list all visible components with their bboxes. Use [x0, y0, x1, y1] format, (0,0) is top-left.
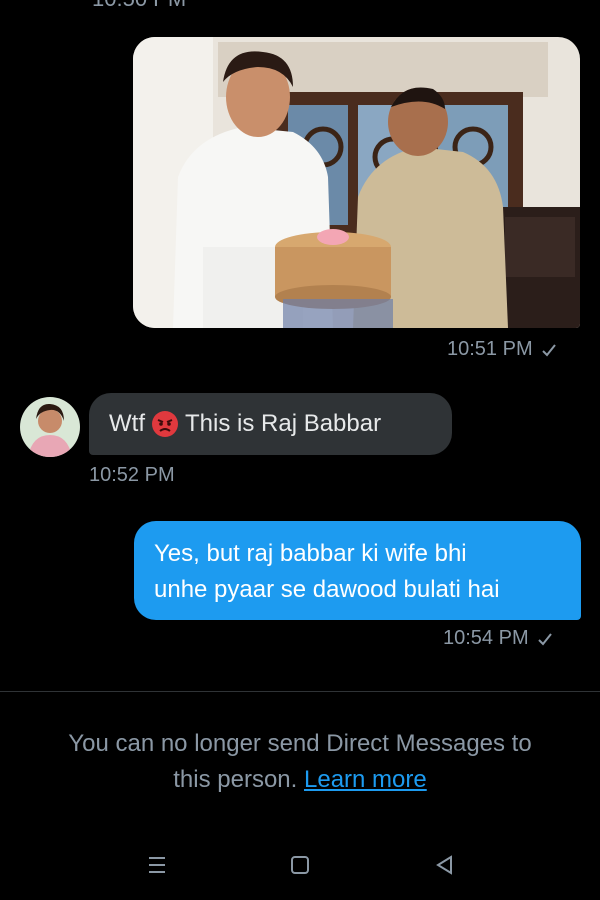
navigation-bar: [0, 840, 600, 890]
timestamp-1: 10:51 PM: [447, 338, 557, 361]
read-check-icon: [541, 343, 556, 356]
angry-face-icon: [152, 411, 178, 437]
message-bubble-incoming[interactable]: Wtf This is Raj Babbar: [89, 393, 452, 455]
recents-icon[interactable]: [144, 852, 170, 878]
timestamp-3: 10:54 PM: [443, 627, 553, 650]
message-bubble-outgoing[interactable]: Yes, but raj babbar ki wife bhi unhe pya…: [134, 521, 581, 620]
dm-disabled-notice: You can no longer send Direct Messages t…: [0, 726, 600, 798]
timestamp-2: 10:52 PM: [89, 464, 175, 486]
previous-timestamp: 10:50 PM: [92, 0, 186, 12]
avatar[interactable]: [20, 397, 80, 457]
message-line-2: unhe pyaar se dawood bulati hai: [154, 576, 500, 603]
photo-illustration: [133, 37, 580, 328]
shared-photo[interactable]: [133, 37, 580, 328]
divider: [0, 691, 600, 692]
message-text-part1: Wtf: [109, 410, 145, 437]
notice-line-2: this person. Learn more: [173, 766, 427, 793]
notice-line-1: You can no longer send Direct Messages t…: [68, 730, 532, 757]
home-icon[interactable]: [287, 852, 313, 878]
learn-more-link[interactable]: Learn more: [304, 766, 427, 793]
message-line-1: Yes, but raj babbar ki wife bhi: [154, 540, 467, 567]
back-icon[interactable]: [431, 852, 457, 878]
read-check-icon: [537, 632, 552, 645]
avatar-image: [20, 397, 80, 457]
message-text-part2: This is Raj Babbar: [185, 410, 382, 437]
